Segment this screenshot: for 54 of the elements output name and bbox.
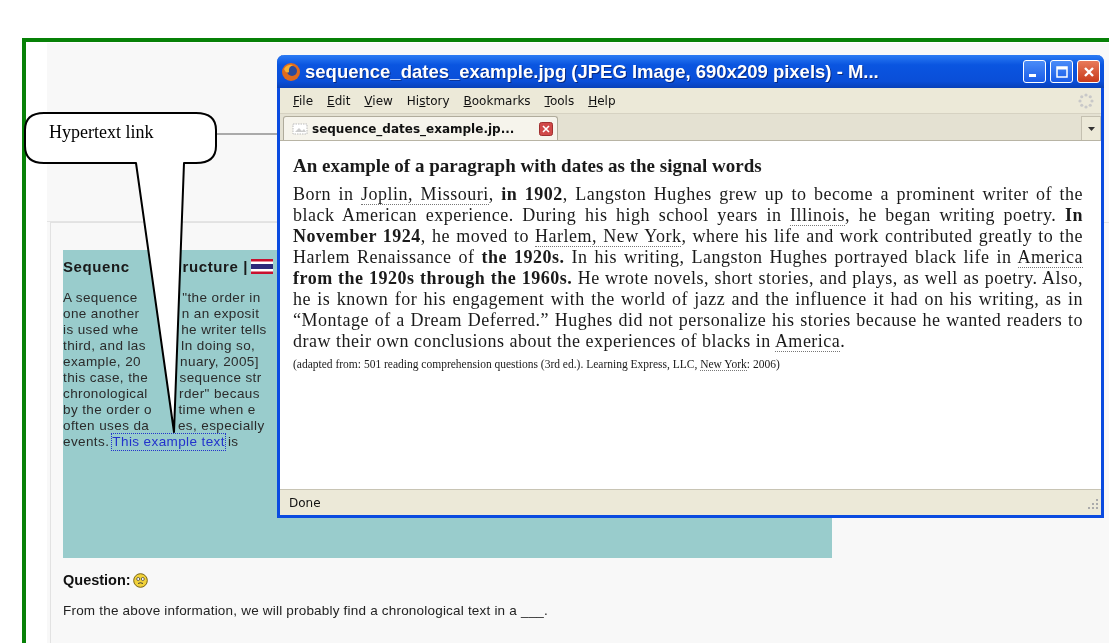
menu-item[interactable]: History (399, 91, 457, 110)
maximize-icon (1055, 65, 1068, 78)
paragraph: Born in Joplin, Missouri, in 1902, Langston Hughes grew up to become a prominent writer of the black American experience. During his high school years in Illinois, he began writing poetry. In November 1924, he moved to Harlem, New York, where his life and work contributed greatly to the Harlem Renaissance of the 1920s. In his writing, Langston Hughes portrayed black life in America from the 1920s through the 1960s. He wrote novels, short stories, and plays, as well as poetry. Also, he is known for his engagement with the world of jazz and the influence it had on his writing, as in “Montage of a Dream Deferred.” Hughes did not personalize his stories because he wanted readers to draw their own conclusions about the experiences of blacks in America. (293, 184, 1083, 352)
text-line: "the order in (182, 290, 261, 306)
text-line: n an exposit (181, 306, 260, 322)
close-icon (1082, 65, 1095, 78)
caret-icon (1087, 126, 1095, 131)
menu-item[interactable]: Tools (537, 91, 582, 110)
citation: (adapted from: 501 reading comprehension questions (3rd ed.). Learning Express, LLC, New York: 2006) (293, 358, 781, 370)
status-text: Done (289, 495, 322, 510)
lesson-heading: ructure | (182, 257, 248, 275)
browser-tab[interactable]: sequence_dates_example.jp... (283, 116, 558, 140)
text-line: es, especially (177, 418, 265, 434)
text-line: this case, the (63, 370, 150, 386)
browser-logo-icon (281, 61, 301, 82)
text-line: is (227, 434, 239, 450)
question-title: Question: (63, 572, 131, 588)
text-line: rder" becaus (179, 386, 260, 402)
minimize-icon (1029, 74, 1036, 77)
smiley-icon (132, 572, 148, 588)
close-icon[interactable] (539, 121, 553, 136)
text-line: events. (63, 434, 110, 450)
tab-list-button[interactable] (1081, 116, 1101, 140)
text-line: nuary, 2005] (180, 354, 259, 370)
flag-icon (250, 258, 273, 274)
question-text: From the above information, we will probably find a chronological text in a ___. (63, 603, 549, 618)
menu-item[interactable]: Edit (320, 91, 358, 110)
text-line: chronological (63, 386, 149, 402)
callout-label: Hypertext link (49, 122, 154, 143)
text-line: often uses da (63, 418, 151, 434)
text-line: A sequence (63, 290, 139, 306)
menu-item[interactable]: Bookmarks (456, 91, 538, 110)
text-line: one another (63, 306, 141, 322)
text-line: is used whe (63, 322, 140, 338)
text-line: In doing so, (180, 338, 256, 354)
menu-item[interactable]: Help (581, 91, 623, 110)
hypertext-link[interactable]: This example text (112, 434, 225, 450)
text-line: example, 20 (63, 354, 142, 370)
menu-item[interactable]: File (286, 91, 321, 110)
document-heading: An example of a paragraph with dates as the signal words (293, 155, 763, 177)
text-line: by the order o (63, 402, 153, 418)
lesson-heading: Sequenc (63, 257, 131, 275)
text-line: time when e (178, 402, 256, 418)
image-icon (292, 121, 308, 136)
menu-item[interactable]: View (357, 91, 400, 110)
text-line: sequence str (179, 370, 262, 386)
close-button[interactable] (1077, 60, 1100, 83)
maximize-button[interactable] (1050, 60, 1073, 83)
leader-line (217, 133, 278, 135)
text-line: third, and las (63, 338, 147, 354)
window-title: sequence_dates_example.jpg (JPEG Image, 690x209 pixels) - M... (305, 60, 880, 83)
throbber-icon (1077, 91, 1095, 110)
text-line: he writer tells (181, 322, 267, 338)
minimize-button[interactable] (1023, 60, 1046, 83)
